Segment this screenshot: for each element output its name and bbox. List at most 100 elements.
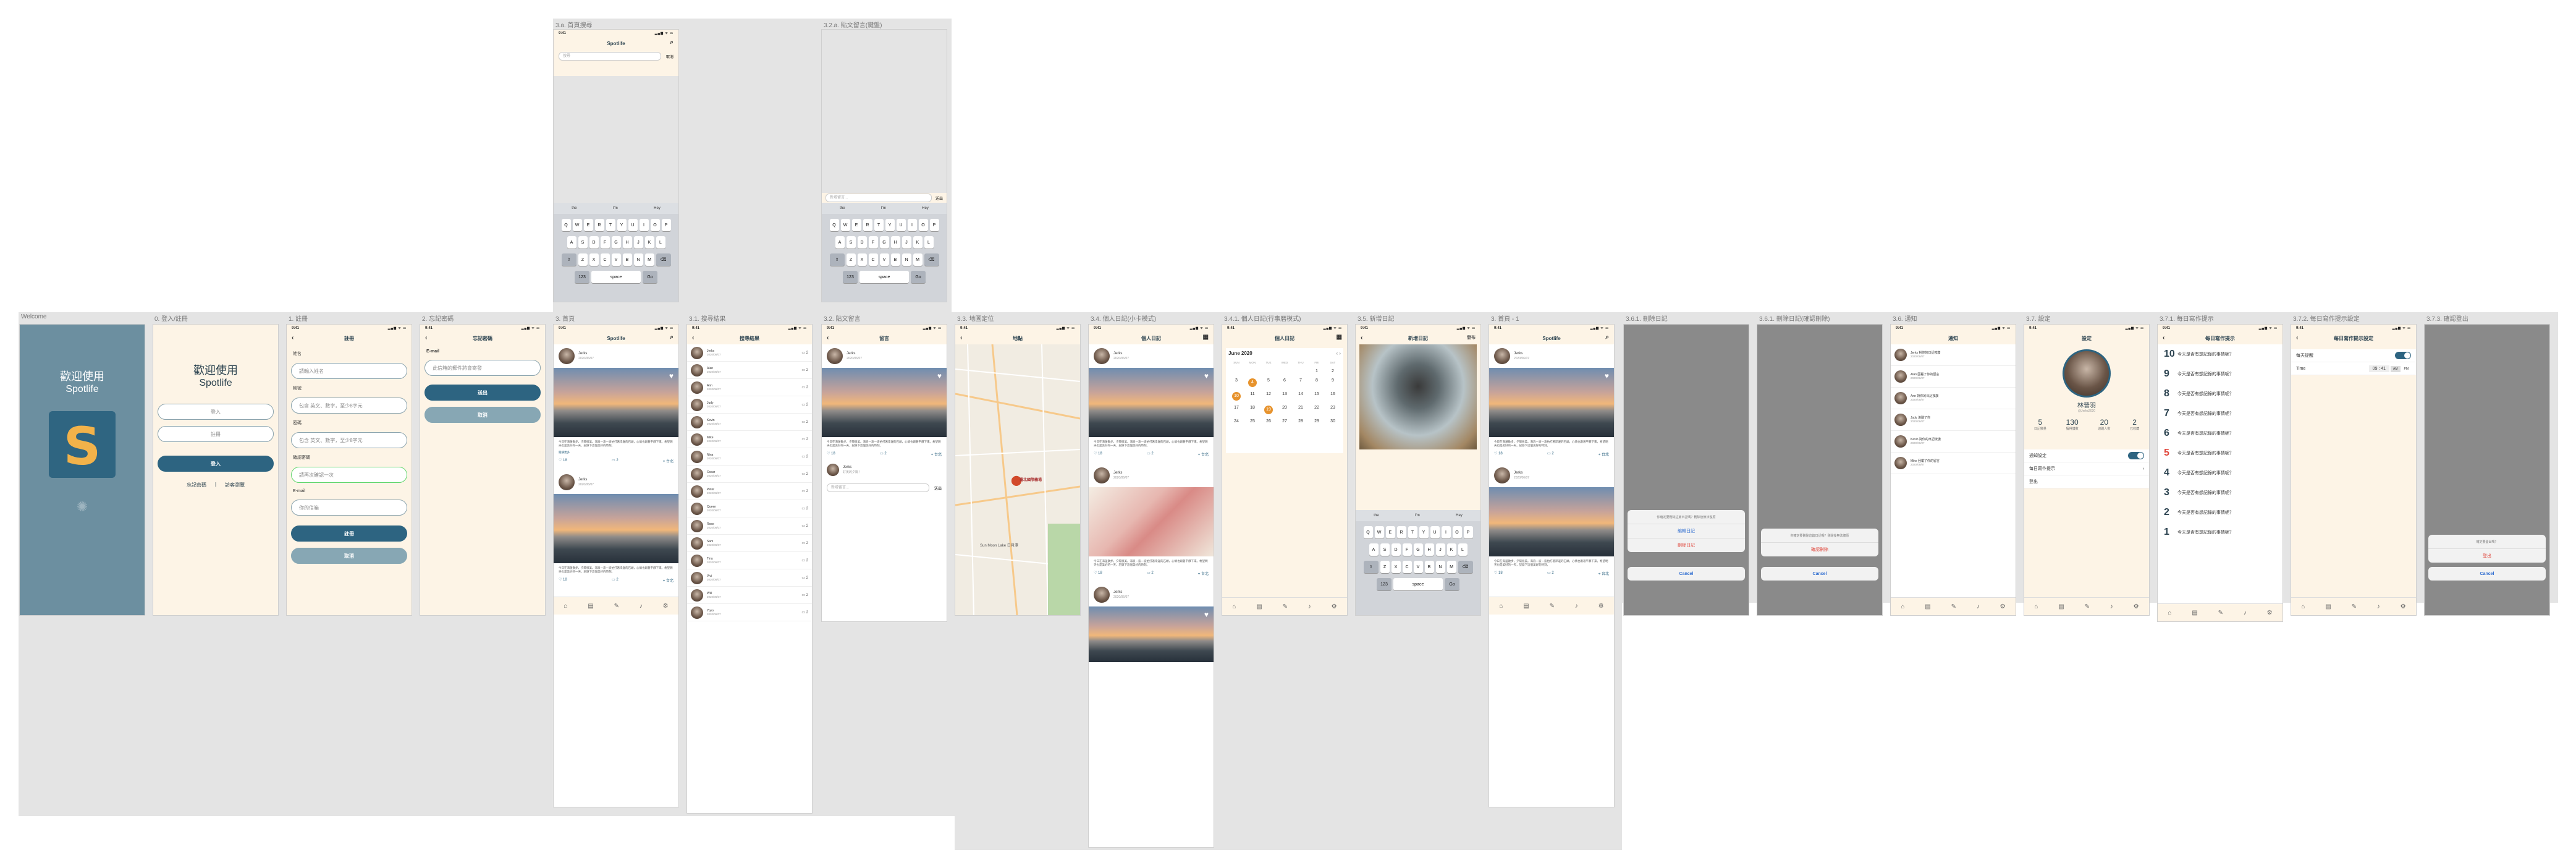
- post-photo[interactable]: ♥: [1089, 606, 1214, 662]
- post-photo[interactable]: [1489, 487, 1614, 556]
- keyboard-key[interactable]: V: [879, 253, 889, 266]
- location-icon[interactable]: ⌖ 台北: [931, 451, 942, 457]
- cancel-button[interactable]: Cancel: [2428, 567, 2546, 581]
- keyboard-key[interactable]: Z: [578, 253, 588, 266]
- avatar[interactable]: [691, 433, 703, 446]
- list-item[interactable]: Tina 2020/06/07 ▭ 2: [687, 552, 812, 569]
- keyboard-key[interactable]: Y: [885, 219, 895, 231]
- keyboard-key[interactable]: O: [1452, 526, 1462, 538]
- keyboard-key[interactable]: H: [1424, 543, 1434, 556]
- like-icon[interactable]: ♡ 18: [1494, 571, 1503, 577]
- tab-diary[interactable]: ▤: [588, 603, 593, 610]
- calendar-day[interactable]: 22: [1309, 406, 1325, 414]
- comment-input[interactable]: 新增留言...: [827, 483, 929, 492]
- post-photo[interactable]: [554, 494, 678, 563]
- calendar-day[interactable]: 20: [1277, 406, 1293, 414]
- tab-home[interactable]: ⌂: [2168, 610, 2171, 616]
- keyboard-key[interactable]: Y: [617, 219, 627, 231]
- keyboard-key[interactable]: B: [890, 253, 900, 266]
- list-item[interactable]: Mike 2020/06/07 ▭ 2: [687, 431, 812, 448]
- account-field[interactable]: 包含 英文、數字，至少8字元: [291, 398, 407, 414]
- comment-icon[interactable]: ▭ 2: [801, 472, 808, 476]
- keyboard-key[interactable]: O: [918, 219, 928, 231]
- notification-item[interactable]: Mike 回覆了你的留言 2020/06/07: [1891, 453, 2016, 474]
- remind-item[interactable]: 7 今天是否有想記錄的事情呢？: [2158, 404, 2283, 423]
- avatar[interactable]: [1094, 348, 1110, 364]
- name-input[interactable]: 請輸入姓名: [291, 363, 407, 379]
- tab-write[interactable]: ✎: [1550, 603, 1555, 610]
- back-icon[interactable]: ‹: [2296, 334, 2298, 341]
- search-icon[interactable]: ⌕: [1605, 334, 1609, 341]
- num-key[interactable]: 123: [1377, 578, 1391, 590]
- post-photo[interactable]: [1089, 487, 1214, 556]
- keyboard-key[interactable]: K: [1446, 543, 1456, 556]
- daily-remind-row[interactable]: 每天提醒: [2291, 349, 2416, 362]
- calendar-month[interactable]: June 2020: [1228, 351, 1252, 356]
- space-key[interactable]: space: [1393, 578, 1443, 590]
- avatar[interactable]: [1894, 414, 1907, 426]
- calendar-day[interactable]: 10: [1228, 392, 1244, 401]
- avatar[interactable]: [1094, 587, 1110, 603]
- comment-icon[interactable]: ▭ 2: [1147, 451, 1154, 457]
- tab-settings[interactable]: ⚙: [2267, 610, 2273, 616]
- backspace-key[interactable]: ⌫: [924, 253, 939, 266]
- calendar-day[interactable]: 7: [1293, 378, 1309, 387]
- calendar-day[interactable]: 9: [1325, 378, 1341, 387]
- keyboard-key[interactable]: P: [929, 219, 939, 231]
- keyboard-key[interactable]: S: [846, 236, 856, 249]
- tab-notify[interactable]: ♪: [1977, 603, 1980, 610]
- calendar-day[interactable]: 5: [1261, 378, 1277, 387]
- search-input[interactable]: 搜尋: [559, 52, 661, 61]
- avatar[interactable]: [691, 519, 703, 532]
- tab-home[interactable]: ⌂: [1232, 603, 1236, 610]
- tab-diary[interactable]: ▤: [1256, 603, 1262, 610]
- tab-diary[interactable]: ▤: [2325, 603, 2331, 610]
- profile-avatar[interactable]: [2063, 349, 2111, 398]
- tab-diary[interactable]: ▤: [2192, 610, 2197, 616]
- location-icon[interactable]: ⌖ 台北: [1598, 451, 1609, 457]
- space-key[interactable]: space: [591, 271, 641, 283]
- post-photo[interactable]: ♥: [822, 368, 947, 437]
- avatar[interactable]: [827, 348, 843, 364]
- comment-icon[interactable]: ▭ 2: [801, 385, 808, 389]
- keyboard-key[interactable]: Q: [829, 219, 839, 231]
- remind-item[interactable]: 5 今天是否有想記錄的事情呢？: [2158, 443, 2283, 463]
- avatar[interactable]: [691, 467, 703, 480]
- list-item[interactable]: Vivi 2020/06/07 ▭ 2: [687, 569, 812, 587]
- keyboard-key[interactable]: E: [851, 219, 861, 231]
- back-icon[interactable]: ‹: [960, 334, 962, 341]
- num-key[interactable]: 123: [843, 271, 858, 283]
- comment-icon[interactable]: ▭ 2: [801, 576, 808, 580]
- location-icon[interactable]: ⌖ 台北: [1598, 571, 1609, 577]
- tab-write[interactable]: ✎: [614, 603, 619, 610]
- calendar-day[interactable]: 15: [1309, 392, 1325, 401]
- heart-icon[interactable]: ♥: [937, 372, 942, 380]
- comment-icon[interactable]: ▭ 2: [801, 558, 808, 563]
- confirm-delete-button[interactable]: 確認刪除: [1761, 542, 1878, 556]
- keyboard-key[interactable]: J: [902, 236, 911, 249]
- back-icon[interactable]: ‹: [692, 334, 694, 341]
- go-key[interactable]: Go: [1445, 578, 1459, 590]
- password-field[interactable]: 包含 英文、數字，至少8字元: [291, 432, 407, 448]
- post-photo[interactable]: ♥: [554, 368, 678, 437]
- suggestion[interactable]: Hey: [1456, 514, 1463, 517]
- keyboard-key[interactable]: C: [600, 253, 610, 266]
- avatar[interactable]: [1894, 349, 1907, 361]
- avatar[interactable]: [691, 554, 703, 567]
- setting-remind[interactable]: 每日寫作提示 ›: [2024, 462, 2149, 475]
- calendar-day[interactable]: 30: [1325, 419, 1341, 423]
- keyboard-key[interactable]: H: [622, 236, 632, 249]
- calendar-day[interactable]: 2: [1325, 369, 1341, 373]
- comment-icon[interactable]: ▭ 2: [801, 351, 808, 355]
- location-icon[interactable]: ⌖ 台北: [1198, 451, 1209, 457]
- back-icon[interactable]: ‹: [1361, 334, 1362, 341]
- shift-key[interactable]: ⇧: [561, 253, 576, 266]
- keyboard-key[interactable]: R: [863, 219, 872, 231]
- list-item[interactable]: Nina 2020/06/07 ▭ 2: [687, 448, 812, 466]
- calendar-day[interactable]: 12: [1261, 392, 1277, 401]
- confirm-logout-button[interactable]: 登出: [2428, 548, 2546, 563]
- tab-home[interactable]: ⌂: [1901, 603, 1904, 610]
- list-item[interactable]: Rose 2020/06/07 ▭ 2: [687, 517, 812, 535]
- back-icon[interactable]: ‹: [2163, 334, 2164, 341]
- avatar[interactable]: [691, 364, 703, 377]
